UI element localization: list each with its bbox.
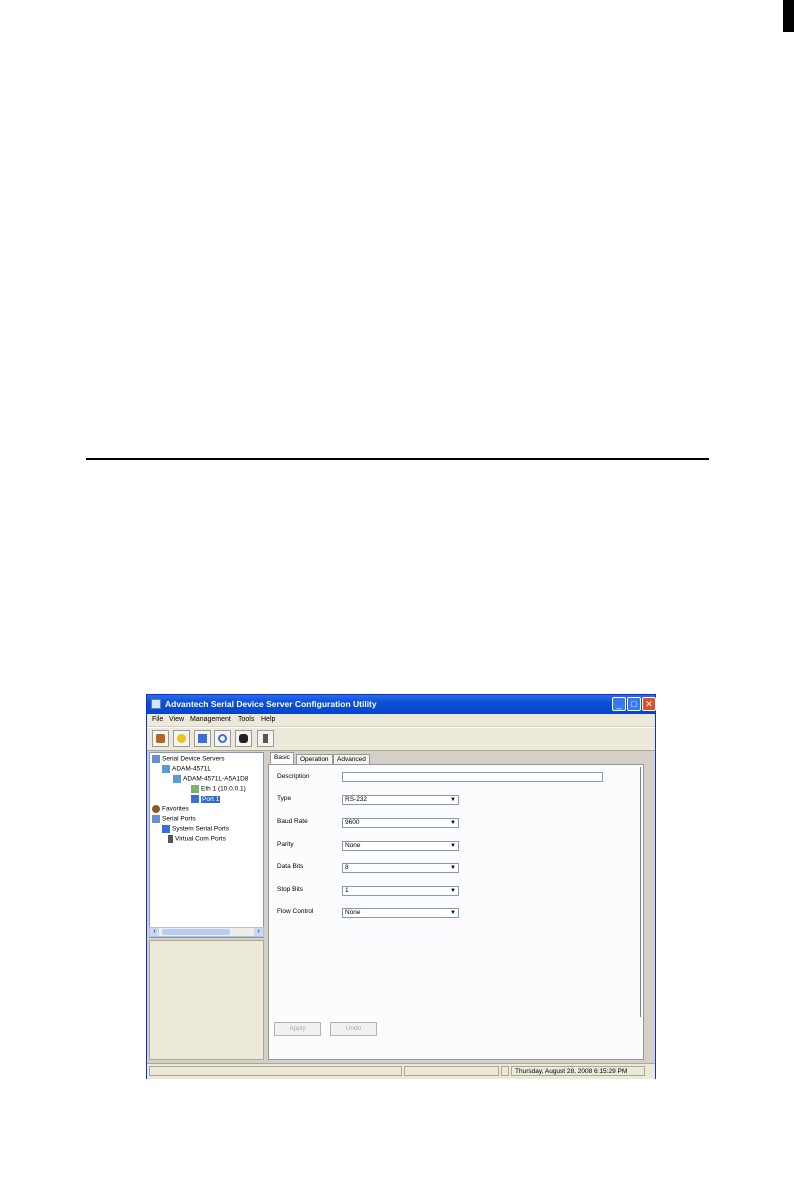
tree-label: Serial Device Servers <box>162 755 225 763</box>
menu-file[interactable]: File <box>152 716 163 723</box>
server-group-icon <box>152 755 160 763</box>
flow-control-value: None <box>345 909 361 916</box>
ethernet-icon <box>191 785 199 793</box>
tree-node-serial-ports[interactable]: Serial Ports <box>152 815 196 823</box>
menu-tools[interactable]: Tools <box>238 716 254 723</box>
type-value: RS-232 <box>345 796 368 803</box>
serial-port-icon <box>191 795 199 803</box>
type-select[interactable]: RS-232 ▼ <box>342 795 459 805</box>
type-label: Type <box>277 795 292 802</box>
stop-bits-select[interactable]: 1 ▼ <box>342 886 459 896</box>
baud-rate-label: Baud Rate <box>277 818 308 825</box>
tree-node-serial-device-servers[interactable]: Serial Device Servers <box>152 755 225 763</box>
status-bar: Thursday, August 28, 2008 6:15:29 PM <box>147 1063 655 1079</box>
maximize-button[interactable]: □ <box>627 697 641 711</box>
tree-node-server[interactable]: ADAM-4571L-A5A1D8 <box>173 775 248 783</box>
tree-label: ADAM-4571L <box>172 765 212 773</box>
status-pane-2 <box>404 1066 499 1076</box>
tree-horizontal-scrollbar[interactable]: ‹ › <box>149 927 264 937</box>
horizontal-rule <box>86 458 709 460</box>
tree-node-favorites[interactable]: Favorites <box>152 805 189 813</box>
menu-management[interactable]: Management <box>190 716 231 723</box>
device-icon <box>162 765 170 773</box>
menu-help[interactable]: Help <box>261 716 275 723</box>
serial-ports-icon <box>152 815 160 823</box>
baud-rate-value: 9600 <box>345 819 360 826</box>
scroll-thumb[interactable] <box>162 929 230 935</box>
undo-button[interactable]: Undo <box>330 1022 377 1036</box>
device-tree[interactable]: Serial Device Servers ADAM-4571L ADAM-45… <box>149 752 264 938</box>
chevron-down-icon[interactable]: ▼ <box>449 797 457 803</box>
menu-view[interactable]: View <box>169 716 184 723</box>
parity-select[interactable]: None ▼ <box>342 841 459 851</box>
stop-bits-value: 1 <box>345 887 349 894</box>
status-pane-main <box>149 1066 402 1076</box>
title-bar[interactable]: Advantech Serial Device Server Configura… <box>147 695 656 714</box>
locate-icon[interactable] <box>235 730 252 747</box>
data-bits-select[interactable]: 8 ▼ <box>342 863 459 873</box>
chevron-down-icon[interactable]: ▼ <box>449 843 457 849</box>
system-port-icon <box>162 825 170 833</box>
tree-node-eth1[interactable]: Eth 1 (10.0.0.1) <box>191 785 246 793</box>
tree-label: Eth 1 (10.0.0.1) <box>201 785 246 793</box>
stop-bits-label: Stop Bits <box>277 886 304 893</box>
chevron-down-icon[interactable]: ▼ <box>449 910 457 916</box>
tree-node-system-serial-ports[interactable]: System Serial Ports <box>162 825 229 833</box>
description-label: Description <box>277 773 310 780</box>
panel-divider <box>640 767 641 1017</box>
flow-control-select[interactable]: None ▼ <box>342 908 459 918</box>
data-bits-label: Data Bits <box>277 863 304 870</box>
flow-control-label: Flow Control <box>277 908 314 915</box>
minimize-button[interactable]: _ <box>612 697 626 711</box>
add-server-icon[interactable] <box>152 730 169 747</box>
baud-rate-select[interactable]: 9600 ▼ <box>342 818 459 828</box>
search-icon[interactable] <box>173 730 190 747</box>
close-button[interactable]: ✕ <box>642 697 656 711</box>
menu-bar: File View Management Tools Help <box>147 714 655 726</box>
tree-node-adam-4571l[interactable]: ADAM-4571L <box>162 765 211 773</box>
favorites-icon <box>152 805 160 813</box>
tree-label: ADAM-4571L-A5A1D8 <box>183 775 249 783</box>
apply-button[interactable]: Apply <box>274 1022 321 1036</box>
device-icon <box>173 775 181 783</box>
chevron-down-icon[interactable]: ▼ <box>449 865 457 871</box>
tree-label: System Serial Ports <box>172 825 230 833</box>
tree-label: Serial Ports <box>162 815 196 823</box>
page-edge-marker <box>783 0 794 32</box>
refresh-icon[interactable] <box>194 730 211 747</box>
tree-label: Virtual Com Ports <box>175 835 226 843</box>
virtual-port-icon <box>168 835 173 843</box>
description-field[interactable] <box>342 772 603 782</box>
app-window: Advantech Serial Device Server Configura… <box>146 694 656 1079</box>
tree-label: Favorites <box>162 805 189 813</box>
find-icon[interactable] <box>214 730 231 747</box>
status-pane-3 <box>501 1066 509 1076</box>
tree-node-virtual-com-ports[interactable]: Virtual Com Ports <box>168 835 226 843</box>
parity-value: None <box>345 842 361 849</box>
info-panel <box>149 940 264 1060</box>
window-title: Advantech Serial Device Server Configura… <box>165 699 377 709</box>
tree-node-port1[interactable]: Port 1 <box>191 795 221 803</box>
scroll-right-arrow-icon[interactable]: › <box>254 928 263 936</box>
toolbar <box>147 727 655 751</box>
tree-label: Port 1 <box>201 795 221 803</box>
port-icon[interactable] <box>257 730 274 747</box>
scroll-left-arrow-icon[interactable]: ‹ <box>150 928 159 936</box>
chevron-down-icon[interactable]: ▼ <box>449 820 457 826</box>
chevron-down-icon[interactable]: ▼ <box>449 888 457 894</box>
parity-label: Parity <box>277 841 294 848</box>
data-bits-value: 8 <box>345 864 349 871</box>
tab-basic[interactable]: Basic <box>270 752 294 764</box>
app-icon <box>151 699 161 709</box>
tab-operation[interactable]: Operation <box>296 754 333 764</box>
tab-advanced[interactable]: Advanced <box>333 754 370 764</box>
status-datetime: Thursday, August 28, 2008 6:15:29 PM <box>511 1066 645 1076</box>
